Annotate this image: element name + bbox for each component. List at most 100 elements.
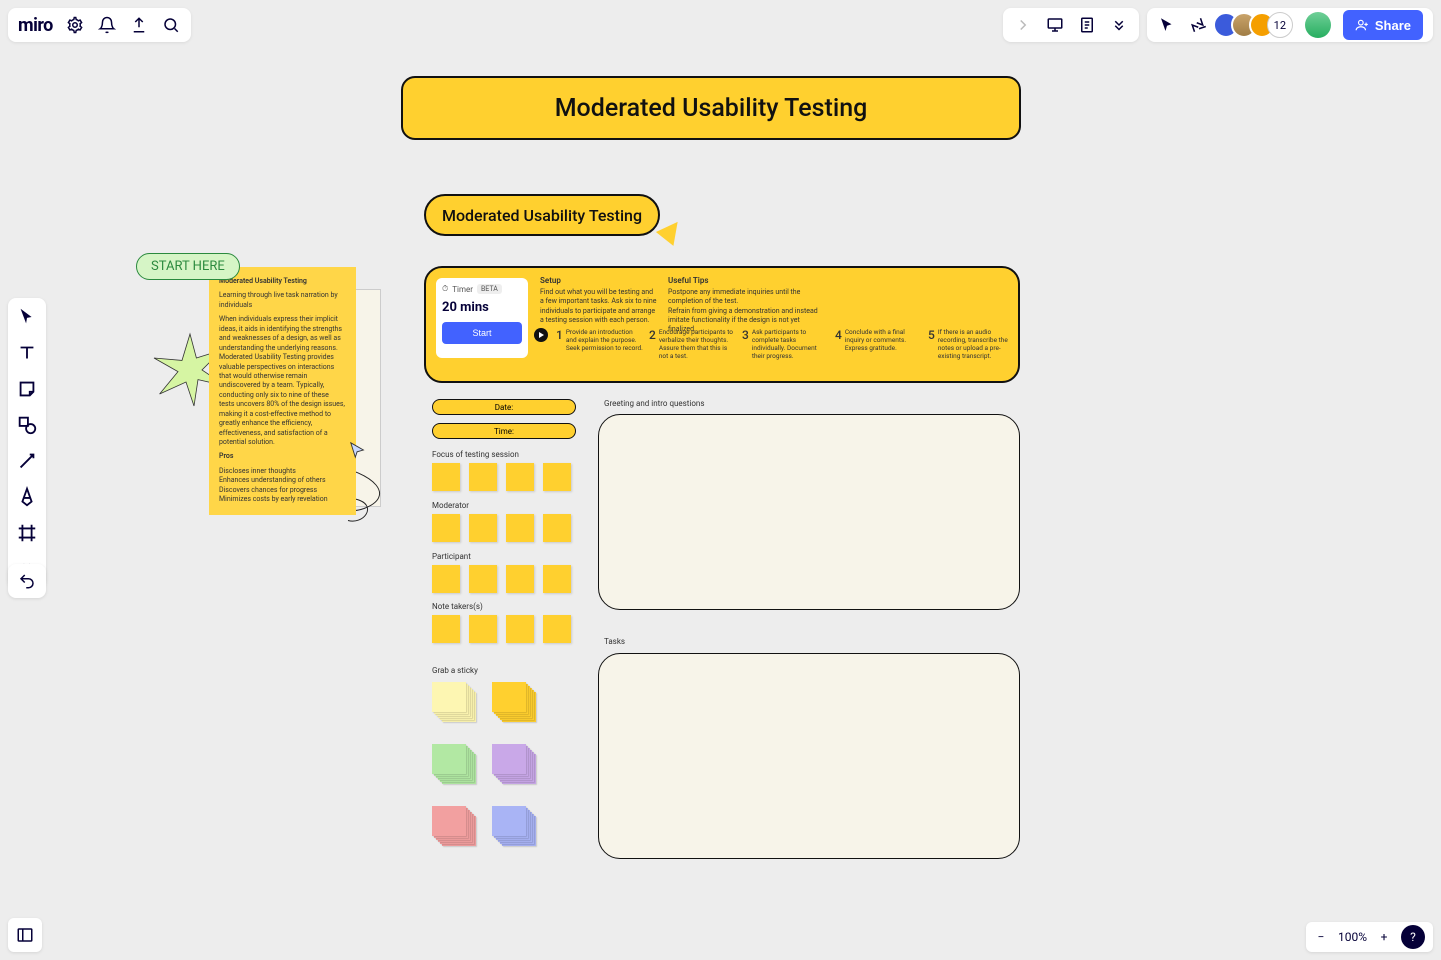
participant-label: Participant [432, 552, 471, 561]
settings-icon[interactable] [65, 15, 85, 35]
info-pros-heading: Pros [219, 452, 346, 461]
tasks-label: Tasks [604, 637, 625, 646]
shapes-tool[interactable] [16, 414, 38, 436]
miro-logo[interactable]: miro [18, 15, 53, 36]
sticky-note[interactable] [543, 463, 571, 491]
setup-body: Find out what you will be testing and a … [540, 288, 658, 324]
focus-sticky-row [432, 463, 571, 491]
share-label: Share [1375, 18, 1411, 33]
sticky-note[interactable] [543, 514, 571, 542]
search-icon[interactable] [161, 15, 181, 35]
export-icon[interactable] [129, 15, 149, 35]
share-button[interactable]: Share [1343, 10, 1423, 40]
time-label: Time: [494, 427, 514, 436]
play-icon[interactable] [534, 328, 548, 342]
timer-card[interactable]: ⏱ Timer BETA 20 mins Start [436, 278, 528, 358]
setup-heading: Setup [540, 276, 658, 286]
step-num-3: 3 [742, 328, 749, 361]
reactions-icon[interactable] [1189, 15, 1209, 35]
undo-button[interactable] [8, 564, 46, 598]
step-3-text: Ask participants to complete tasks indiv… [752, 328, 829, 361]
clock-icon: ⏱ [442, 284, 448, 294]
sticky-note[interactable] [432, 615, 460, 643]
info-pros-1: Discloses inner thoughts [219, 467, 346, 476]
steps-row: 1Provide an introduction and explain the… [534, 328, 1015, 361]
notetaker-sticky-row [432, 615, 571, 643]
section-title-pill[interactable]: Moderated Usability Testing [424, 194, 660, 236]
sticky-stack-blue[interactable] [492, 806, 538, 848]
greeting-area[interactable] [598, 414, 1020, 610]
person-add-icon [1355, 18, 1369, 32]
select-tool[interactable] [16, 306, 38, 328]
participant-sticky-row [432, 565, 571, 593]
info-pros-3: Discovers chances for progress [219, 486, 346, 495]
collab-toolbar: 12 Share [1147, 8, 1433, 42]
notes-icon[interactable] [1077, 15, 1097, 35]
pen-tool[interactable] [16, 486, 38, 508]
frame-tool[interactable] [16, 522, 38, 544]
sticky-note[interactable] [469, 615, 497, 643]
info-sticky-note[interactable]: Moderated Usability Testing Learning thr… [209, 267, 356, 515]
avatar-cluster[interactable]: 12 [1221, 12, 1293, 38]
tasks-area[interactable] [598, 653, 1020, 859]
canvas[interactable]: Moderated Usability Testing Moderated Us… [0, 0, 1441, 960]
help-button[interactable]: ? [1401, 925, 1425, 949]
sticky-note[interactable] [432, 463, 460, 491]
sticky-note[interactable] [506, 615, 534, 643]
moderator-sticky-row [432, 514, 571, 542]
time-field[interactable]: Time: [432, 423, 576, 439]
panel-icon [16, 926, 34, 944]
zoom-out-button[interactable]: − [1314, 930, 1328, 944]
step-num-1: 1 [556, 328, 563, 352]
info-p1: Learning through live task narration by … [219, 291, 346, 310]
sticky-note[interactable] [506, 463, 534, 491]
info-pros-2: Enhances understanding of others [219, 476, 346, 485]
date-field[interactable]: Date: [432, 399, 576, 415]
sticky-note[interactable] [469, 514, 497, 542]
presentation-icon[interactable] [1045, 15, 1065, 35]
sticky-stack-green[interactable] [432, 744, 478, 786]
step-num-4: 4 [835, 328, 842, 352]
sticky-stack-pale-yellow[interactable] [432, 682, 478, 724]
start-here-label: START HERE [151, 259, 225, 274]
sticky-stack-purple[interactable] [492, 744, 538, 786]
sticky-note[interactable] [506, 565, 534, 593]
sticky-note[interactable] [469, 565, 497, 593]
sticky-note[interactable] [543, 615, 571, 643]
connection-tool[interactable] [16, 450, 38, 472]
board-title-card[interactable]: Moderated Usability Testing [401, 76, 1021, 140]
step-num-5: 5 [928, 328, 935, 361]
cursor-icon[interactable] [1157, 15, 1177, 35]
sticky-note[interactable] [432, 565, 460, 593]
notifications-icon[interactable] [97, 15, 117, 35]
timer-label: Timer [452, 285, 473, 294]
setup-panel[interactable]: ⏱ Timer BETA 20 mins Start Setup Find ou… [424, 266, 1020, 383]
chevrons-down-icon[interactable] [1109, 15, 1129, 35]
timer-value: 20 mins [442, 300, 522, 315]
sticky-note[interactable] [469, 463, 497, 491]
frames-panel-button[interactable] [8, 918, 42, 952]
info-pros-4: Minimizes costs by early revelation [219, 495, 346, 504]
other-user-cursor-icon [349, 441, 367, 459]
sticky-note[interactable] [432, 514, 460, 542]
undo-icon [18, 572, 36, 590]
sticky-note-tool[interactable] [16, 378, 38, 400]
info-p2: When individuals express their implicit … [219, 315, 346, 447]
chevron-right-icon[interactable] [1013, 15, 1033, 35]
zoom-in-button[interactable]: + [1377, 930, 1391, 944]
text-tool[interactable] [16, 342, 38, 364]
sticky-note[interactable] [506, 514, 534, 542]
step-5-text: If there is an audio recording, transcri… [938, 328, 1015, 361]
notetaker-label: Note takers(s) [432, 602, 483, 611]
zoom-level[interactable]: 100% [1338, 930, 1367, 944]
timer-start-button[interactable]: Start [442, 322, 522, 344]
present-toolbar [1003, 8, 1139, 42]
sticky-palette [432, 682, 548, 848]
date-label: Date: [495, 403, 513, 412]
sticky-note[interactable] [543, 565, 571, 593]
sticky-stack-red[interactable] [432, 806, 478, 848]
start-here-pill[interactable]: START HERE [136, 253, 240, 280]
current-user-avatar[interactable] [1305, 12, 1331, 38]
sticky-stack-yellow[interactable] [492, 682, 538, 724]
board-title: Moderated Usability Testing [555, 94, 868, 123]
